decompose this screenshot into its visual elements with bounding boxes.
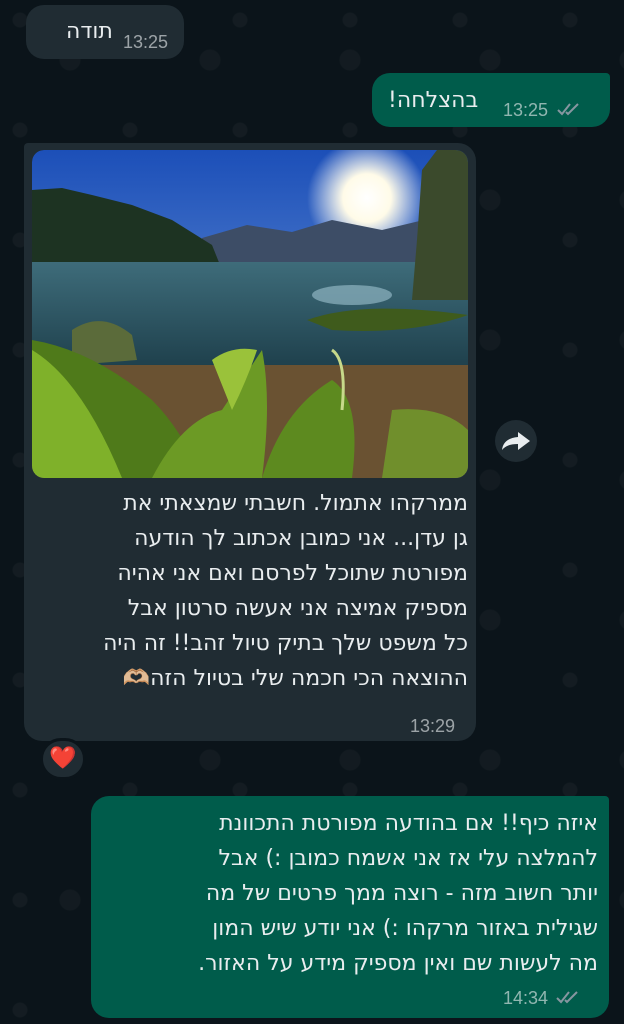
- message-text: תודה: [66, 19, 113, 44]
- message-text: איזה כיף!! אם בהודעה מפורטת התכוונת להמל…: [105, 806, 598, 981]
- message-outgoing[interactable]: בהצלחה! 13:25: [372, 73, 610, 127]
- message-outgoing[interactable]: איזה כיף!! אם בהודעה מפורטת התכוונת להמל…: [91, 796, 609, 1018]
- caption-line: מספיק אמיצה אני אעשה סרטון אבל: [127, 596, 468, 621]
- caption-line: ממרקהו אתמול. חשבתי שמצאתי את: [123, 491, 468, 516]
- double-check-icon: [556, 991, 578, 1004]
- message-incoming-photo[interactable]: ממרקהו אתמול. חשבתי שמצאתי את גן עדן... …: [24, 143, 476, 741]
- message-time: 14:34: [503, 988, 549, 1008]
- message-incoming[interactable]: תודה 13:25: [26, 5, 184, 59]
- heart-icon: ❤️: [49, 746, 77, 771]
- message-line: שגילית באזור מרקהו :) אני יודע שיש המון: [212, 916, 598, 941]
- photo-caption: ממרקהו אתמול. חשבתי שמצאתי את גן עדן... …: [32, 486, 468, 696]
- message-line: להמלצה עלי אז אני אשמח כמובן :) אבל: [218, 846, 598, 871]
- message-line: יותר חשוב מזה - רוצה ממך פרטים של מה: [205, 881, 598, 906]
- message-time: 13:29: [410, 716, 456, 736]
- photo-lake-landscape[interactable]: [32, 150, 468, 478]
- message-time: 13:25: [123, 32, 169, 52]
- message-line: איזה כיף!! אם בהודעה מפורטת התכוונת: [219, 811, 598, 836]
- caption-line: גן עדן... אני כמובן אכתוב לך הודעה: [134, 526, 468, 551]
- forward-icon: [502, 432, 530, 450]
- message-reaction[interactable]: ❤️: [40, 738, 86, 780]
- message-text: בהצלחה!: [388, 88, 479, 113]
- message-line: מה לעשות שם ואין מספיק מידע על האזור.: [198, 951, 598, 976]
- caption-line: ההוצאה הכי חכמה שלי בטיול הזה🫶🏼: [122, 666, 468, 691]
- caption-line: מפורטת שתוכל לפרסם ואם אני אהיה: [117, 561, 468, 586]
- double-check-icon: [557, 103, 579, 116]
- message-time: 13:25: [503, 100, 549, 120]
- forward-button[interactable]: [495, 420, 537, 462]
- caption-line: כל משפט שלך בתיק טיול זהב!! זה היה: [103, 631, 468, 656]
